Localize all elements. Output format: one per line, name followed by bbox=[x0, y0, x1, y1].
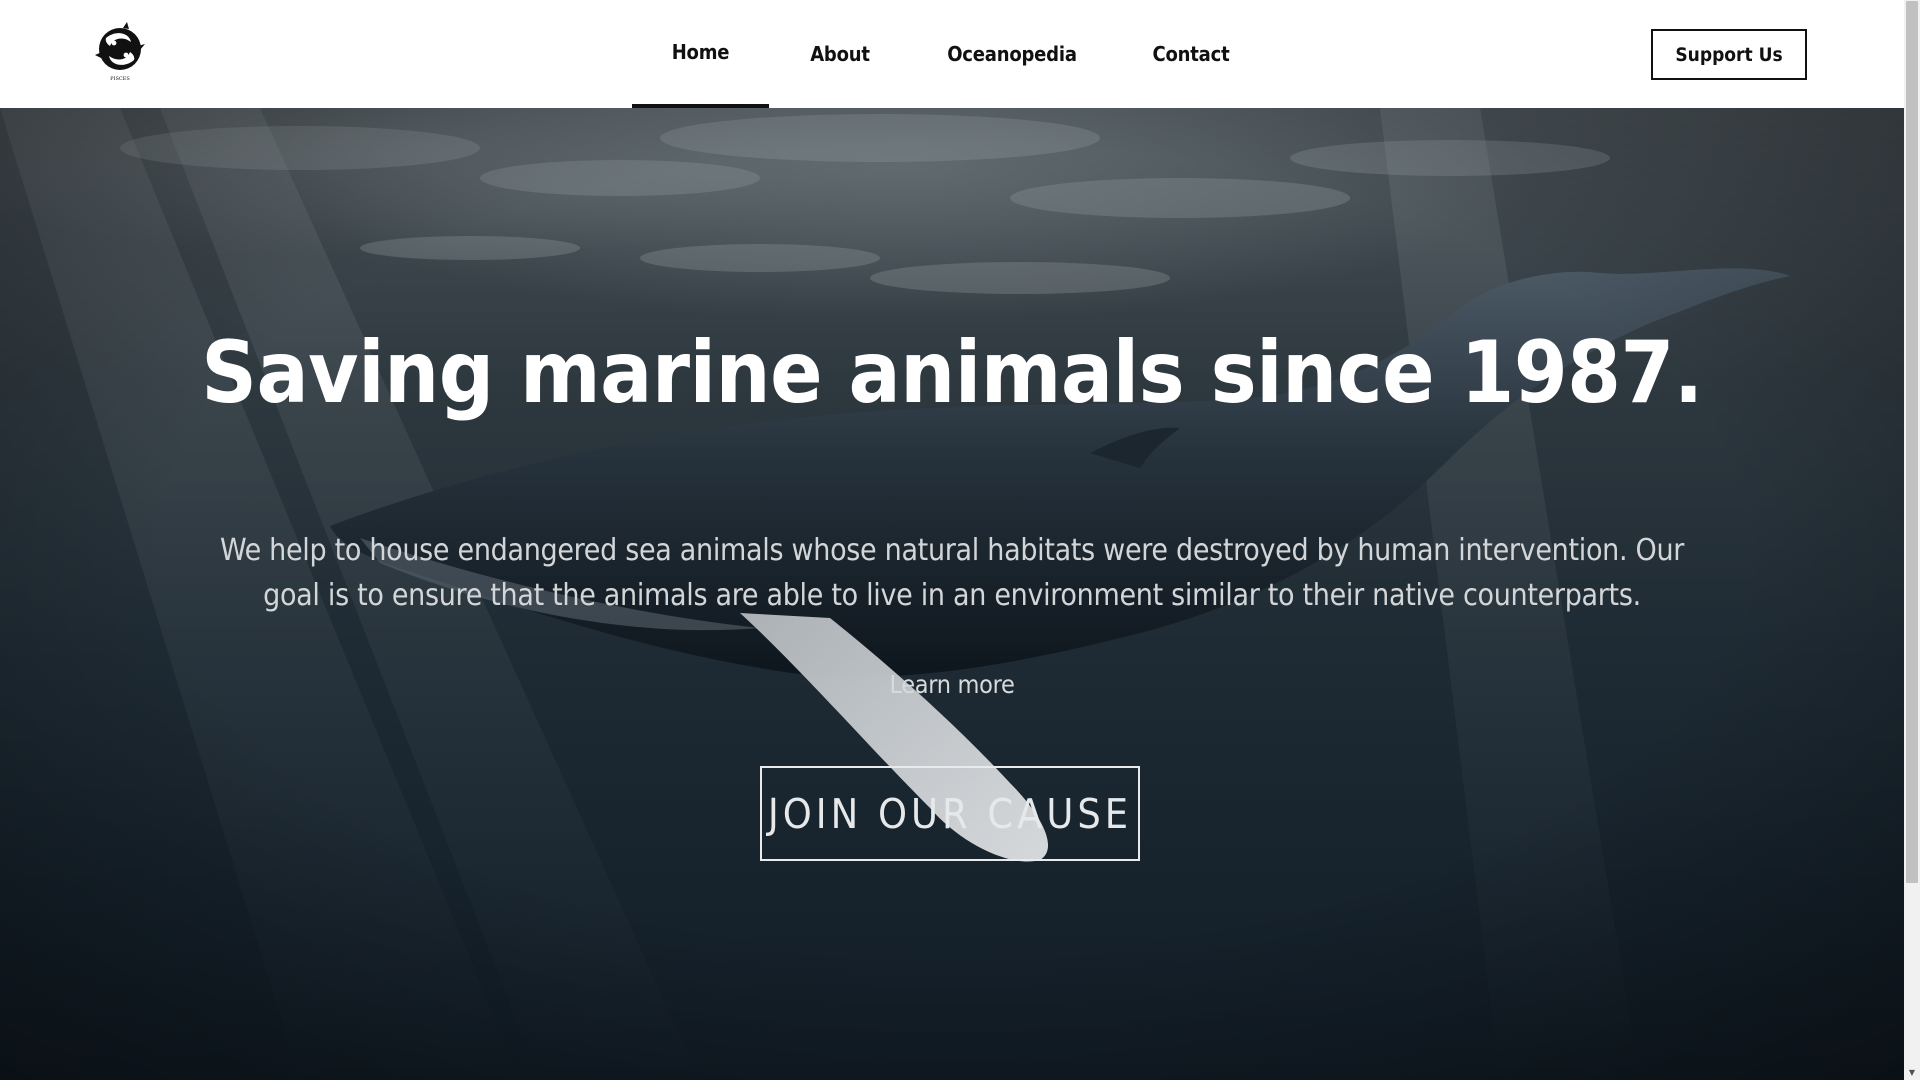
support-us-button[interactable]: Support Us bbox=[1651, 29, 1807, 80]
join-our-cause-label: JOIN OUR CAUSE bbox=[767, 789, 1133, 838]
nav-about-label: About bbox=[810, 42, 870, 66]
nav-home-label: Home bbox=[671, 40, 730, 64]
nav-contact[interactable]: Contact bbox=[1143, 0, 1239, 108]
site-header: PISCES Home About Oceanopedia Contact Su… bbox=[0, 0, 1904, 108]
pisces-fish-logo-icon: PISCES bbox=[95, 22, 145, 82]
page-scrollbar[interactable]: ▼ bbox=[1904, 0, 1920, 1080]
nav-home[interactable]: Home bbox=[632, 0, 769, 108]
nav-contact-label: Contact bbox=[1152, 42, 1230, 66]
logo-wordmark: PISCES bbox=[110, 76, 130, 82]
hero-title: Saving marine animals since 1987. bbox=[201, 323, 1703, 423]
learn-more-link[interactable]: Learn more bbox=[852, 670, 1052, 699]
scroll-down-arrow-icon[interactable]: ▼ bbox=[1904, 1064, 1920, 1080]
page: PISCES Home About Oceanopedia Contact Su… bbox=[0, 0, 1904, 1080]
hero-section: Saving marine animals since 1987. We hel… bbox=[0, 108, 1904, 1080]
scrollbar-thumb[interactable] bbox=[1906, 1, 1918, 883]
hero-description: We help to house endangered sea animals … bbox=[219, 533, 1685, 613]
join-our-cause-button[interactable]: JOIN OUR CAUSE bbox=[760, 766, 1140, 861]
nav-about[interactable]: About bbox=[798, 0, 882, 108]
nav-oceanopedia-label: Oceanopedia bbox=[947, 42, 1077, 66]
logo[interactable]: PISCES bbox=[93, 22, 147, 84]
nav-oceanopedia[interactable]: Oceanopedia bbox=[942, 0, 1082, 108]
support-us-label: Support Us bbox=[1675, 43, 1783, 66]
